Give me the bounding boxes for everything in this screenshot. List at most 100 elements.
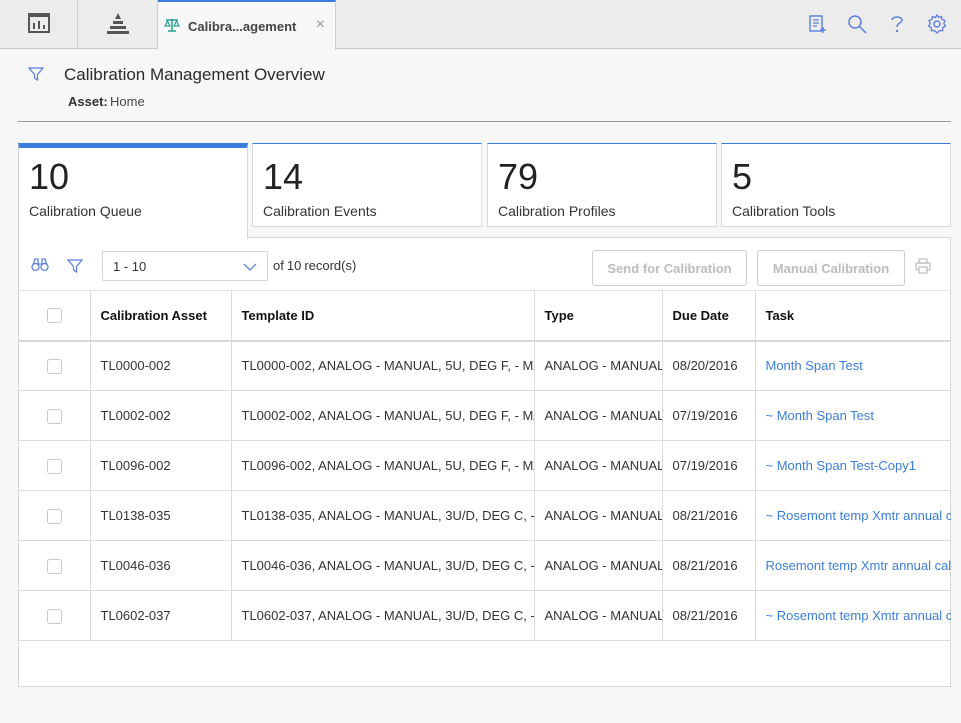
task-link[interactable]: ~ Rosemont temp Xmtr annual calibration (766, 608, 952, 623)
cell-template-id: TL0000-002, ANALOG - MANUAL, 5U, DEG F, … (231, 340, 535, 391)
card-label: Calibration Tools (732, 203, 836, 219)
tab-calibration-management[interactable]: Calibra...agement × (158, 0, 336, 50)
cell-task: ~ Month Span Test (755, 390, 951, 441)
tab-label: Calibra...agement (188, 18, 297, 34)
column-header-calibration-asset[interactable]: Calibration Asset (90, 290, 232, 342)
card-calibration-tools[interactable]: 5 Calibration Tools (721, 143, 951, 227)
table-header-row: Calibration Asset Template ID Type Due D… (19, 290, 951, 342)
select-all-checkbox[interactable] (46, 308, 62, 324)
row-select-cell (19, 540, 91, 591)
column-header-task[interactable]: Task (755, 290, 951, 342)
calibration-queue-panel: 1 - 10 of 10 record(s) Send for Calibratio… (18, 237, 951, 687)
row-select-cell (19, 440, 91, 491)
record-range-dropdown[interactable]: 1 - 10 (102, 251, 268, 281)
card-count: 5 (732, 156, 753, 197)
total-records: 10 (286, 258, 302, 273)
task-link[interactable]: Rosemont temp Xmtr annual calibration (766, 558, 952, 573)
table-row[interactable]: TL0000-002 TL0000-002, ANALOG - MANUAL, 5… (19, 340, 951, 391)
card-calibration-profiles[interactable]: 79 Calibration Profiles (487, 143, 717, 227)
top-tab-bar: Calibra...agement × (0, 0, 961, 50)
cell-type: ANALOG - MANUAL (534, 340, 663, 391)
scales-icon (164, 17, 180, 36)
task-link[interactable]: ~ Month Span Test-Copy1 (766, 458, 916, 473)
manual-calibration-button[interactable]: Manual Calibration (757, 250, 905, 286)
gear-icon[interactable] (927, 12, 947, 36)
table-row[interactable]: TL0002-002 TL0002-002, ANALOG - MANUAL, 5… (19, 390, 951, 441)
records-label: record(s) (304, 258, 357, 273)
cell-template-id: TL0096-002, ANALOG - MANUAL, 5U, DEG F, … (231, 440, 535, 491)
cell-due-date: 08/20/2016 (662, 340, 756, 391)
header-divider (18, 121, 951, 122)
row-checkbox[interactable] (46, 458, 62, 474)
send-for-calibration-button[interactable]: Send for Calibration (592, 250, 747, 286)
hierarchy-icon (105, 12, 131, 37)
table-row[interactable]: TL0096-002 TL0096-002, ANALOG - MANUAL, 5… (19, 440, 951, 491)
cell-calibration-asset: TL0602-037 (90, 590, 232, 641)
binoculars-icon[interactable] (31, 258, 49, 275)
help-icon[interactable] (887, 12, 907, 36)
cell-type: ANALOG - MANUAL (534, 440, 663, 491)
row-select-cell (19, 590, 91, 641)
row-checkbox[interactable] (46, 508, 62, 524)
cell-template-id: TL0046-036, ANALOG - MANUAL, 3U/D, DEG C… (231, 540, 535, 591)
search-icon[interactable] (847, 12, 867, 36)
calibration-queue-table: Calibration Asset Template ID Type Due D… (19, 290, 951, 641)
card-calibration-events[interactable]: 14 Calibration Events (252, 143, 482, 227)
asset-value: Home (110, 94, 145, 109)
cell-task: ~ Month Span Test-Copy1 (755, 440, 951, 491)
clipboard-add-icon[interactable] (807, 12, 827, 36)
print-icon[interactable] (915, 258, 931, 277)
tab-dashboard[interactable] (0, 0, 78, 48)
cell-type: ANALOG - MANUAL (534, 540, 663, 591)
row-select-cell (19, 490, 91, 541)
filter-icon[interactable] (27, 66, 45, 85)
row-checkbox[interactable] (46, 608, 62, 624)
table-row[interactable]: TL0046-036 TL0046-036, ANALOG - MANUAL, 3… (19, 540, 952, 591)
cell-type: ANALOG - MANUAL (534, 490, 663, 541)
cell-due-date: 07/19/2016 (662, 390, 756, 441)
column-header-type[interactable]: Type (534, 290, 663, 342)
cell-due-date: 08/21/2016 (662, 590, 756, 641)
column-header-template-id[interactable]: Template ID (231, 290, 535, 342)
card-count: 10 (29, 156, 70, 197)
cell-due-date: 08/21/2016 (662, 540, 756, 591)
row-select-cell (19, 390, 91, 441)
task-link[interactable]: ~ Rosemont temp Xmtr annual calibration (766, 508, 952, 523)
cell-calibration-asset: TL0138-035 (90, 490, 232, 541)
filter-icon[interactable] (66, 258, 84, 277)
card-calibration-queue[interactable]: 10 Calibration Queue (18, 143, 248, 239)
cell-template-id: TL0602-037, ANALOG - MANUAL, 3U/D, DEG C… (231, 590, 535, 641)
record-count: of 10 record(s) (273, 258, 356, 273)
card-count: 14 (263, 156, 304, 197)
row-checkbox[interactable] (46, 358, 62, 374)
table-row[interactable]: TL0138-035 TL0138-035, ANALOG - MANUAL, 3… (19, 490, 952, 541)
chevron-down-icon (243, 260, 257, 275)
row-select-cell (19, 340, 91, 391)
column-header-due-date[interactable]: Due Date (662, 290, 756, 342)
tab-hierarchy[interactable] (78, 0, 158, 48)
card-label: Calibration Queue (29, 203, 142, 219)
cell-due-date: 08/21/2016 (662, 490, 756, 541)
row-checkbox[interactable] (46, 408, 62, 424)
close-tab-icon[interactable]: × (316, 16, 325, 34)
cell-calibration-asset: TL0002-002 (90, 390, 232, 441)
task-link[interactable]: ~ Month Span Test (766, 408, 875, 423)
cell-calibration-asset: TL0046-036 (90, 540, 232, 591)
range-value: 1 - 10 (113, 259, 147, 274)
cell-type: ANALOG - MANUAL (534, 390, 663, 441)
dashboard-icon (27, 12, 50, 36)
cell-type: ANALOG - MANUAL (534, 590, 663, 641)
page-title: Calibration Management Overview (64, 65, 325, 84)
asset-label: Asset: (68, 94, 108, 109)
table-row[interactable]: TL0602-037 TL0602-037, ANALOG - MANUAL, 3… (19, 590, 952, 641)
cell-task: ~ Rosemont temp Xmtr annual calibration (755, 590, 952, 641)
card-label: Calibration Profiles (498, 203, 616, 219)
cell-task: ~ Rosemont temp Xmtr annual calibration (755, 490, 952, 541)
cell-template-id: TL0002-002, ANALOG - MANUAL, 5U, DEG F, … (231, 390, 535, 441)
card-count: 79 (498, 156, 539, 197)
cell-calibration-asset: TL0096-002 (90, 440, 232, 491)
task-link[interactable]: Month Span Test (766, 358, 863, 373)
row-checkbox[interactable] (46, 558, 62, 574)
card-label: Calibration Events (263, 203, 377, 219)
cell-calibration-asset: TL0000-002 (90, 340, 232, 391)
